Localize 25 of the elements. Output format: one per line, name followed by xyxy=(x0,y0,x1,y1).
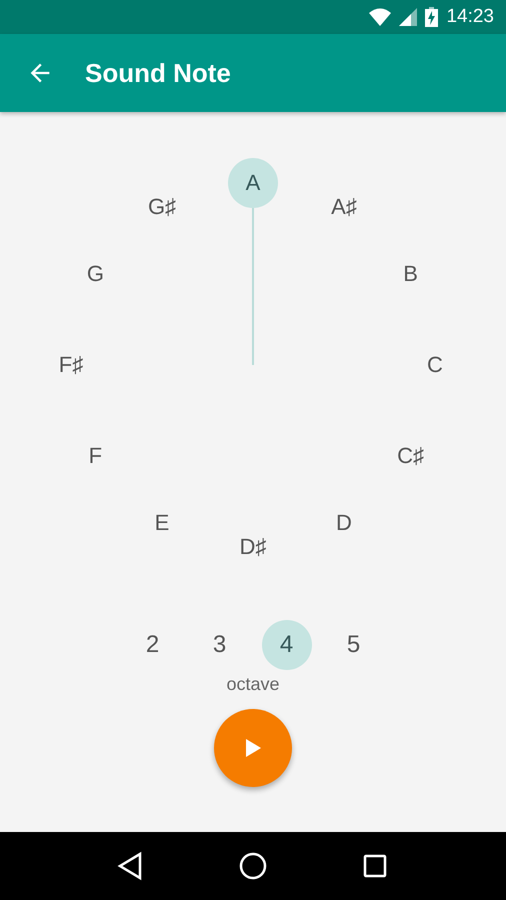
note-button[interactable]: F xyxy=(70,431,120,481)
note-button[interactable]: B xyxy=(386,249,436,299)
play-icon xyxy=(245,739,261,757)
note-button[interactable]: C xyxy=(410,340,460,390)
wifi-icon xyxy=(369,8,392,26)
play-button[interactable] xyxy=(214,709,292,787)
octave-button[interactable]: 3 xyxy=(194,620,244,670)
home-nav-icon[interactable] xyxy=(238,851,268,881)
clock-time: 14:23 xyxy=(446,6,494,28)
battery-charging-icon xyxy=(425,7,438,27)
octave-button[interactable]: 2 xyxy=(128,620,178,670)
note-button[interactable]: D xyxy=(319,498,369,548)
note-button[interactable]: A xyxy=(228,158,278,208)
note-button[interactable]: G♯ xyxy=(137,182,187,232)
octave-label: octave xyxy=(226,674,280,695)
note-button[interactable]: D♯ xyxy=(228,522,278,572)
signal-icon xyxy=(399,8,418,26)
note-button[interactable]: F♯ xyxy=(46,340,96,390)
app-title: Sound Note xyxy=(85,58,231,88)
octave-button[interactable]: 5 xyxy=(328,620,378,670)
octave-button[interactable]: 4 xyxy=(262,620,312,670)
note-button[interactable]: C♯ xyxy=(386,431,436,481)
note-button[interactable]: A♯ xyxy=(319,182,369,232)
note-button[interactable]: G xyxy=(70,249,120,299)
note-button[interactable]: E xyxy=(137,498,187,548)
